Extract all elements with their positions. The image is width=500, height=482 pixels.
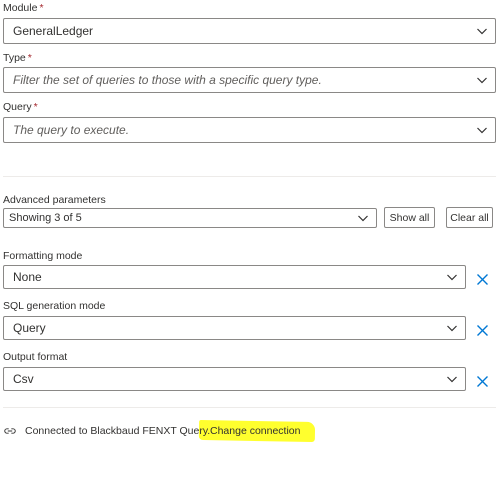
type-dropdown[interactable]: Filter the set of queries to those with … — [3, 67, 496, 93]
section-divider — [3, 176, 496, 177]
chevron-down-icon — [439, 368, 465, 390]
chevron-down-icon — [469, 19, 495, 43]
remove-formatting-mode-button[interactable] — [474, 271, 490, 287]
connection-status: Connected to Blackbaud FENXT Query. — [3, 423, 210, 439]
sql-generation-mode-dropdown[interactable]: Query — [3, 316, 466, 340]
output-format-label: Output format — [3, 351, 68, 363]
chevron-down-icon — [439, 317, 465, 339]
close-icon — [476, 375, 488, 387]
connection-status-text: Connected to Blackbaud FENXT Query. — [25, 425, 211, 437]
change-connection-link[interactable]: Change connection — [210, 425, 301, 437]
type-placeholder: Filter the set of queries to those with … — [13, 73, 322, 87]
module-dropdown[interactable]: GeneralLedger — [3, 18, 496, 44]
sql-generation-mode-value: Query — [13, 321, 46, 335]
formatting-mode-value: None — [13, 270, 42, 284]
section-divider — [3, 407, 496, 408]
chevron-down-icon — [469, 118, 495, 142]
output-format-value: Csv — [13, 372, 34, 386]
remove-output-format-button[interactable] — [474, 373, 490, 389]
show-all-button[interactable]: Show all — [384, 207, 435, 228]
advanced-parameters-value: Showing 3 of 5 — [9, 212, 82, 224]
close-icon — [476, 324, 488, 336]
clear-all-button[interactable]: Clear all — [446, 207, 493, 228]
formatting-mode-label: Formatting mode — [3, 250, 83, 262]
output-format-dropdown[interactable]: Csv — [3, 367, 466, 391]
chevron-down-icon — [350, 209, 376, 227]
advanced-parameters-label: Advanced parameters — [3, 194, 106, 206]
module-value: GeneralLedger — [13, 24, 94, 38]
link-icon — [3, 423, 19, 439]
chevron-down-icon — [439, 266, 465, 288]
advanced-parameters-dropdown[interactable]: Showing 3 of 5 — [3, 208, 377, 228]
query-dropdown[interactable]: The query to execute. — [3, 117, 496, 143]
remove-sql-generation-mode-button[interactable] — [474, 322, 490, 338]
chevron-down-icon — [469, 68, 495, 92]
type-label: Type * — [3, 52, 32, 64]
sql-generation-mode-label: SQL generation mode — [3, 300, 106, 312]
query-label: Query * — [3, 101, 38, 113]
close-icon — [476, 273, 488, 285]
query-placeholder: The query to execute. — [13, 123, 130, 137]
formatting-mode-dropdown[interactable]: None — [3, 265, 466, 289]
module-label: Module * — [3, 2, 44, 14]
